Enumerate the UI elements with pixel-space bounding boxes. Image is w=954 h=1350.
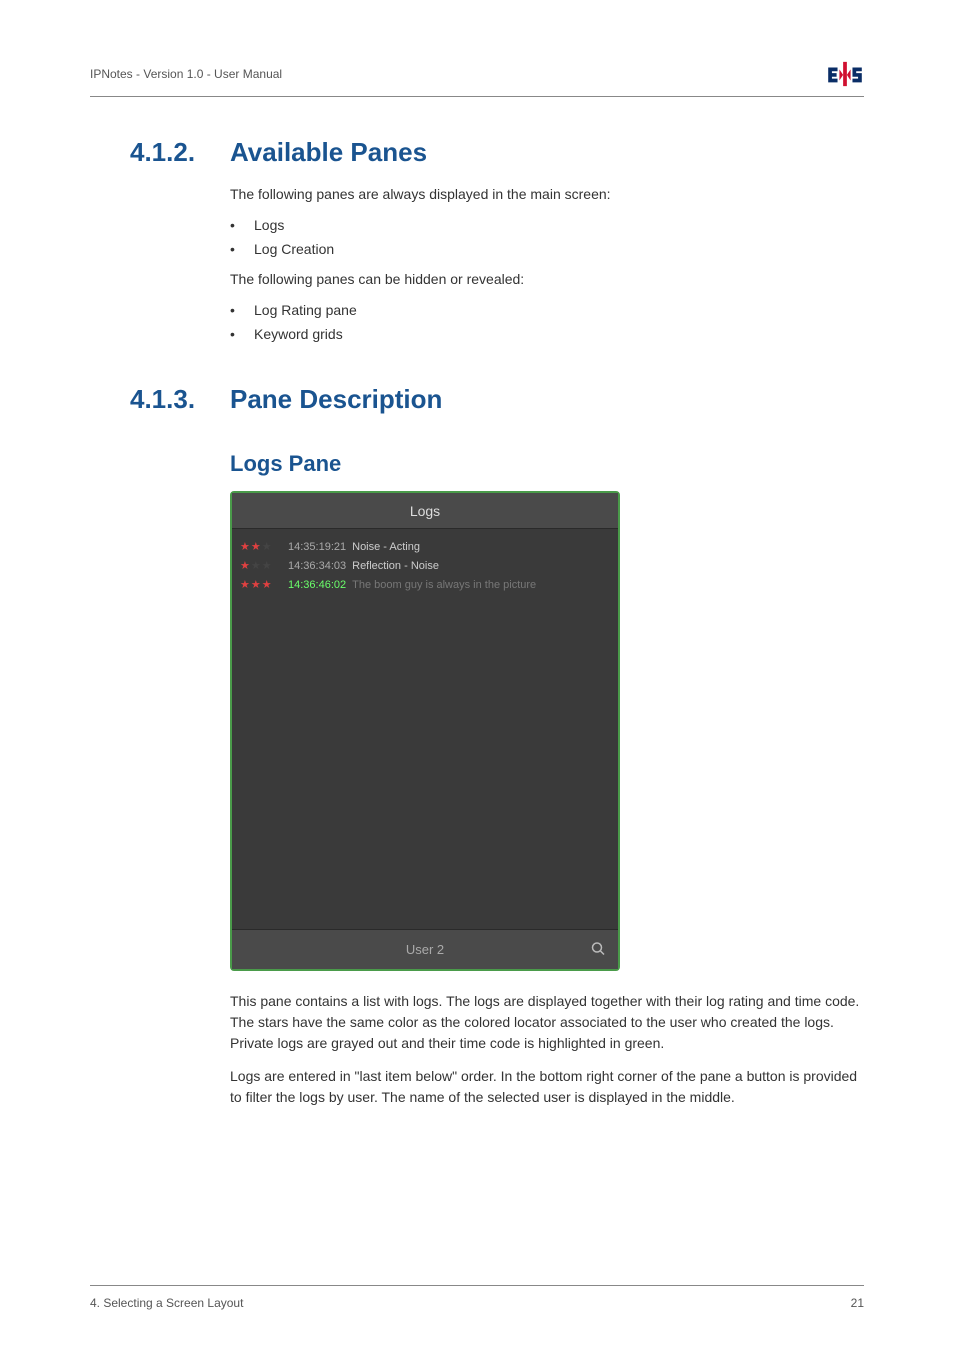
- star-icon: ★: [251, 559, 261, 572]
- body-para-1: This pane contains a list with logs. The…: [230, 991, 864, 1054]
- star-icon: ★: [262, 578, 272, 591]
- log-text: Reflection - Noise: [352, 560, 439, 572]
- bullet-list-2: • Log Rating pane • Keyword grids: [230, 302, 864, 342]
- section-title: Pane Description: [230, 384, 442, 415]
- evs-logo: [826, 60, 864, 88]
- section-number: 4.1.2.: [130, 137, 230, 168]
- logs-pane-body: ★ ★ ★ 14:35:19:21 Noise - Acting ★ ★ ★ 1…: [232, 529, 618, 929]
- logs-pane-title-bar: Logs: [232, 493, 618, 529]
- log-rating-stars: ★ ★ ★: [240, 578, 282, 591]
- bullet-text: Logs: [254, 217, 284, 233]
- footer-page-number: 21: [851, 1296, 864, 1310]
- bullet-text: Keyword grids: [254, 326, 343, 342]
- section-4-1-3-heading: 4.1.3. Pane Description: [130, 384, 864, 415]
- logs-pane-title: Logs: [410, 503, 440, 519]
- filter-by-user-button[interactable]: [590, 940, 606, 959]
- section-4-1-2-heading: 4.1.2. Available Panes: [130, 137, 864, 168]
- doc-title-text: IPNotes - Version 1.0 - User Manual: [90, 67, 282, 81]
- bullet-dot: •: [230, 217, 254, 233]
- list-item: • Log Rating pane: [230, 302, 864, 318]
- star-icon: ★: [240, 578, 250, 591]
- bullet-list-1: • Logs • Log Creation: [230, 217, 864, 257]
- star-icon: ★: [262, 559, 272, 572]
- content-area: 4.1.2. Available Panes The following pan…: [90, 137, 864, 1108]
- page-header: IPNotes - Version 1.0 - User Manual: [90, 60, 864, 97]
- selected-user-label: User 2: [406, 942, 444, 957]
- log-row[interactable]: ★ ★ ★ 14:36:34:03 Reflection - Noise: [238, 556, 612, 575]
- logs-pane-screenshot: Logs ★ ★ ★ 14:35:19:21 Noise - Acting ★ …: [230, 491, 620, 971]
- log-timecode: 14:36:46:02: [288, 579, 346, 591]
- list-item: • Log Creation: [230, 241, 864, 257]
- list-item: • Keyword grids: [230, 326, 864, 342]
- section-title: Available Panes: [230, 137, 427, 168]
- log-timecode: 14:36:34:03: [288, 560, 346, 572]
- star-icon: ★: [251, 540, 261, 553]
- bullet-text: Log Rating pane: [254, 302, 357, 318]
- logs-pane-footer: User 2: [232, 929, 618, 969]
- star-icon: ★: [240, 559, 250, 572]
- bullet-dot: •: [230, 326, 254, 342]
- bullet-dot: •: [230, 302, 254, 318]
- body-para-2: Logs are entered in "last item below" or…: [230, 1066, 864, 1108]
- star-icon: ★: [240, 540, 250, 553]
- log-rating-stars: ★ ★ ★: [240, 540, 282, 553]
- log-text: The boom guy is always in the picture: [352, 579, 536, 591]
- star-icon: ★: [262, 540, 272, 553]
- logs-pane-subheading: Logs Pane: [230, 451, 864, 477]
- star-icon: ★: [251, 578, 261, 591]
- bullet-dot: •: [230, 241, 254, 257]
- log-timecode: 14:35:19:21: [288, 541, 346, 553]
- log-row[interactable]: ★ ★ ★ 14:35:19:21 Noise - Acting: [238, 537, 612, 556]
- intro-text-2: The following panes can be hidden or rev…: [230, 269, 864, 290]
- log-rating-stars: ★ ★ ★: [240, 559, 282, 572]
- log-row[interactable]: ★ ★ ★ 14:36:46:02 The boom guy is always…: [238, 575, 612, 594]
- log-text: Noise - Acting: [352, 541, 420, 553]
- list-item: • Logs: [230, 217, 864, 233]
- page-footer: 4. Selecting a Screen Layout 21: [90, 1285, 864, 1310]
- bullet-text: Log Creation: [254, 241, 334, 257]
- footer-chapter: 4. Selecting a Screen Layout: [90, 1296, 243, 1310]
- intro-text-1: The following panes are always displayed…: [230, 184, 864, 205]
- section-number: 4.1.3.: [130, 384, 230, 415]
- search-icon: [590, 940, 606, 956]
